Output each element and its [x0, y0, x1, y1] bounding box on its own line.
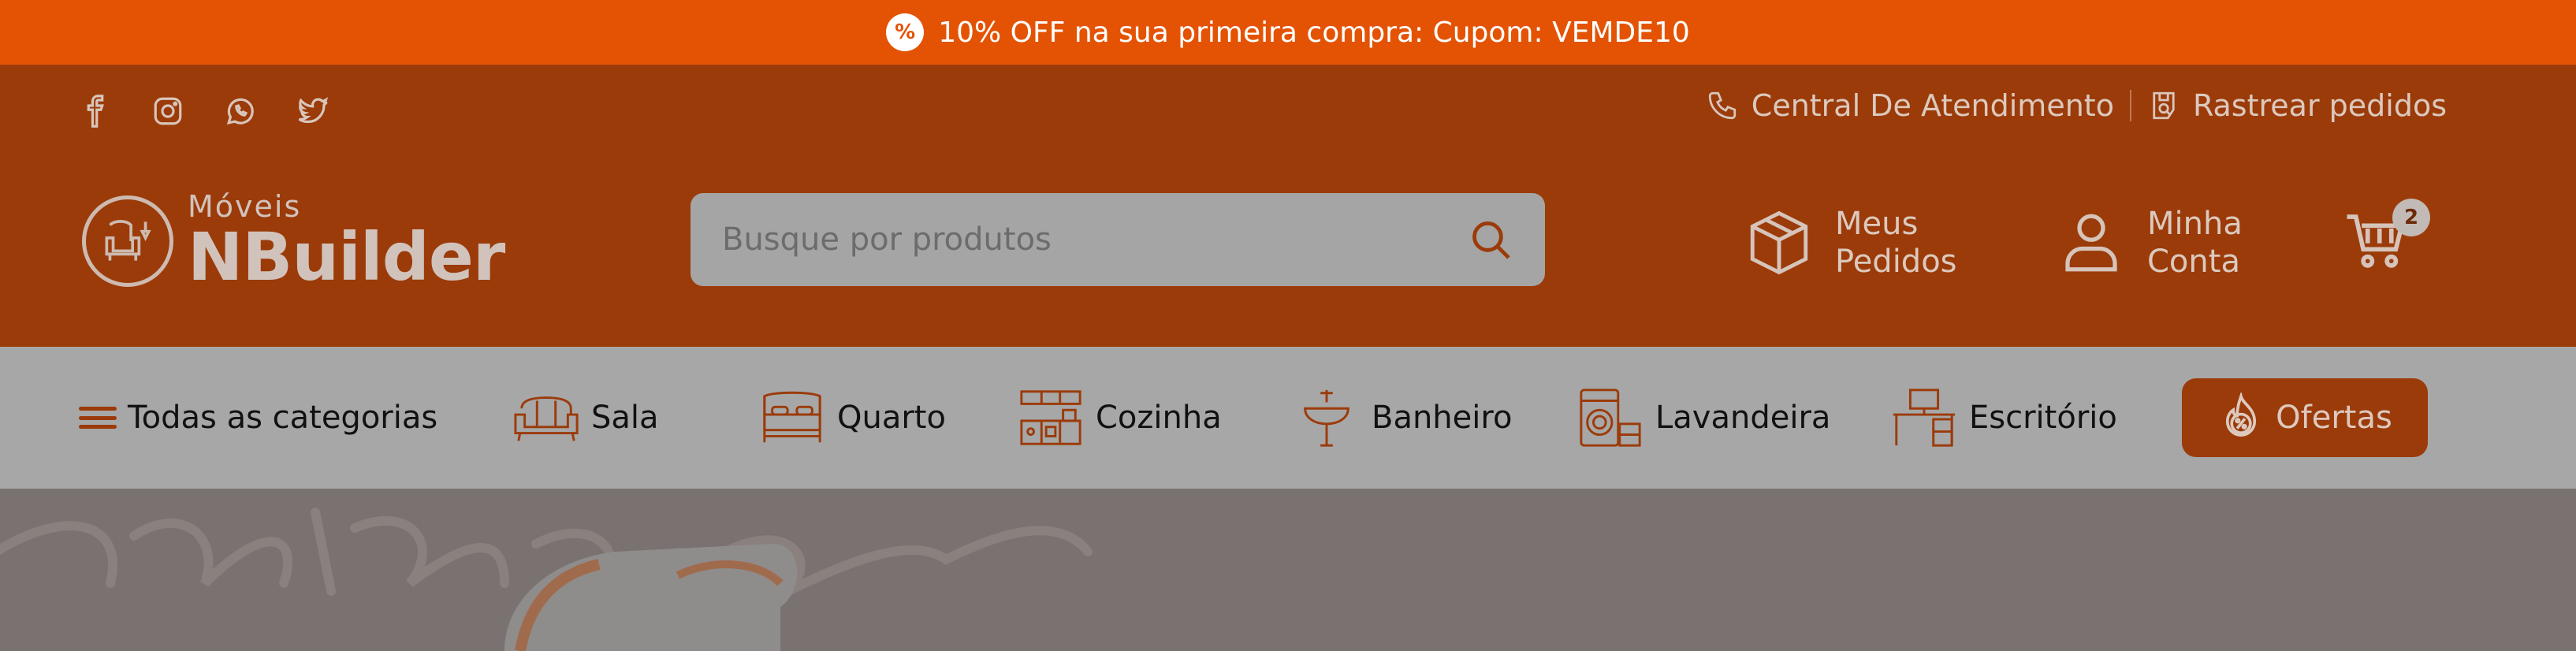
armchair-hero-image: [0, 489, 2576, 651]
menu-icon: [79, 402, 117, 433]
washing-machine-icon: [1580, 389, 1641, 447]
facebook-icon[interactable]: [76, 91, 115, 131]
support-label: Central De Atendimento: [1751, 88, 2114, 123]
nav-label-quarto: Quarto: [837, 400, 946, 436]
track-package-icon: [2153, 91, 2175, 120]
twitter-icon[interactable]: [293, 91, 333, 131]
kitchen-icon: [1020, 390, 1081, 445]
fire-discount-icon: [2226, 392, 2257, 437]
search-input[interactable]: [722, 221, 1431, 258]
search-bar: [691, 193, 1545, 286]
nav-item-cozinha[interactable]: Cozinha: [1017, 347, 1222, 489]
my-orders-link[interactable]: Meus Pedidos: [1744, 205, 1957, 281]
offers-button[interactable]: Ofertas: [2182, 378, 2428, 457]
nav-item-escritorio[interactable]: Escritório: [1890, 347, 2117, 489]
nav-item-lavandeira[interactable]: Lavandeira: [1576, 347, 1830, 489]
utility-links: Central De Atendimento Rastrear pedidos: [1695, 88, 2458, 123]
nav-label-lavandeira: Lavandeira: [1655, 400, 1831, 436]
whatsapp-icon[interactable]: [221, 91, 260, 131]
account-line1: Minha: [2147, 206, 2243, 242]
offers-label: Ofertas: [2276, 400, 2392, 436]
all-categories-label: Todas as categorias: [128, 400, 438, 436]
nav-item-quarto[interactable]: Quarto: [758, 347, 946, 489]
sofa-icon: [514, 396, 579, 441]
nav-item-sala[interactable]: Sala: [512, 347, 659, 489]
orders-line2: Pedidos: [1835, 244, 1957, 280]
track-label: Rastrear pedidos: [2192, 88, 2447, 123]
nav-label-banheiro: Banheiro: [1372, 400, 1513, 436]
bed-icon: [763, 391, 821, 443]
account-line2: Conta: [2147, 244, 2240, 280]
all-categories-button[interactable]: Todas as categorias: [79, 347, 437, 489]
sink-icon: [1304, 389, 1349, 447]
orders-line1: Meus: [1835, 206, 1919, 242]
armchair-logo-icon: [82, 195, 173, 287]
promo-text: 10% OFF na sua primeira compra: Cupom: V…: [938, 16, 1690, 49]
phone-icon: [1708, 91, 1736, 120]
nav-label-escritorio: Escritório: [1969, 400, 2117, 436]
nav-label-cozinha: Cozinha: [1096, 400, 1222, 436]
track-orders-link[interactable]: Rastrear pedidos: [2136, 88, 2458, 123]
cart-count-badge: 2: [2392, 199, 2430, 236]
category-nav: Todas as categorias Sala Quarto Cozinha …: [0, 347, 2576, 489]
nav-label-sala: Sala: [591, 400, 659, 436]
social-links: [76, 91, 333, 131]
header: Central De Atendimento Rastrear pedidos …: [0, 65, 2576, 347]
user-icon: [2065, 214, 2117, 272]
desk-icon: [1893, 389, 1956, 447]
search-icon[interactable]: [1468, 217, 1513, 262]
promo-bar: % 10% OFF na sua primeira compra: Cupom:…: [0, 0, 2576, 65]
nav-item-banheiro[interactable]: Banheiro: [1293, 347, 1512, 489]
percent-badge-icon: %: [886, 13, 925, 51]
divider: [2129, 90, 2131, 121]
instagram-icon[interactable]: [148, 91, 188, 131]
logo-title: NBuilder: [188, 218, 505, 296]
support-link[interactable]: Central De Atendimento: [1695, 88, 2125, 123]
my-account-link[interactable]: Minha Conta: [2056, 205, 2243, 281]
cart-button[interactable]: 2: [2341, 199, 2430, 279]
box-icon: [1750, 210, 1808, 275]
hero-banner[interactable]: [0, 489, 2576, 651]
site-logo[interactable]: Móveis NBuilder: [82, 189, 505, 296]
logo-subtitle: Móveis: [188, 189, 302, 224]
